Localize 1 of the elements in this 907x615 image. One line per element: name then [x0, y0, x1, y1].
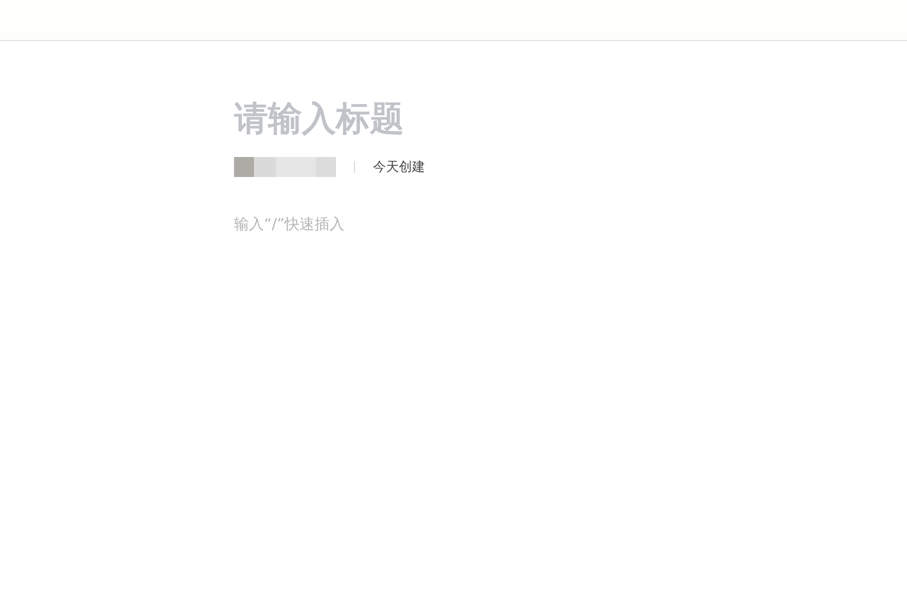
created-date: 今天创建: [373, 159, 425, 176]
